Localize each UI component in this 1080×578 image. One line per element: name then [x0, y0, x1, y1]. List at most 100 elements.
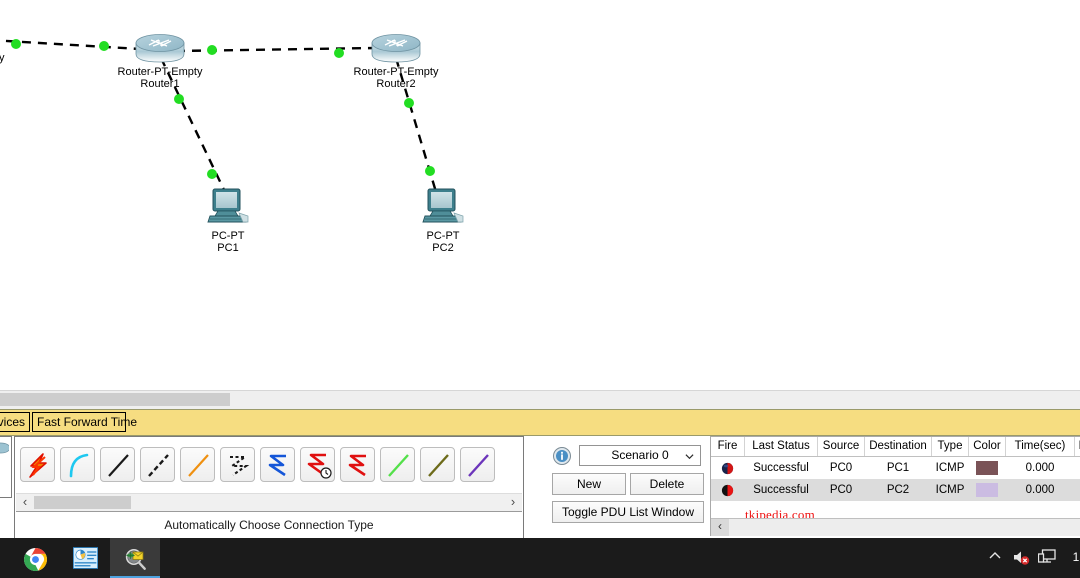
periodic-cell — [1074, 479, 1080, 501]
device-type-panel-sliver[interactable] — [0, 436, 12, 498]
fire-button-icon[interactable] — [720, 462, 735, 475]
last-status-cell: Successful — [753, 462, 809, 474]
taskbar-item-presentation-app[interactable] — [60, 538, 110, 578]
header-source[interactable]: Source — [817, 437, 865, 457]
start-button[interactable] — [0, 538, 10, 578]
scrollbar-thumb[interactable] — [34, 496, 131, 509]
coaxial-purple-connection-button[interactable] — [460, 447, 495, 482]
color-cell — [968, 479, 1006, 501]
lightning-icon — [29, 453, 47, 478]
workspace-horizontal-scrollbar[interactable] — [0, 390, 1080, 409]
device-router2[interactable]: Router-PT-Empty Router2 — [351, 32, 441, 90]
header-periodic[interactable]: P — [1074, 437, 1080, 457]
destination-cell: PC2 — [864, 479, 932, 501]
pdu-table-header-row: Fire Last Status Source Destination Type… — [711, 437, 1080, 457]
table-row[interactable]: Successful PC0 PC2 ICMP 0.000 — [711, 479, 1080, 501]
toggle-pdu-list-window-button[interactable]: Toggle PDU List Window — [552, 501, 704, 523]
link-status-dot — [334, 48, 344, 58]
scrollbar-thumb[interactable] — [0, 393, 230, 406]
connection-type-caption: Automatically Choose Connection Type — [16, 511, 522, 538]
octal-connection-button[interactable] — [380, 447, 415, 482]
header-time[interactable]: Time(sec) — [1005, 437, 1075, 457]
offscreen-device-label: ty — [0, 52, 5, 64]
device-pc2[interactable]: PC-PT PC2 — [407, 186, 479, 254]
red-zigzag-icon — [348, 454, 366, 477]
pdu-horizontal-scrollbar[interactable]: ‹ — [711, 518, 1080, 536]
chrome-icon — [24, 548, 47, 571]
connections-horizontal-scrollbar[interactable]: ‹ › — [16, 493, 522, 511]
destination-cell: PC1 — [886, 462, 910, 474]
device-model-label: Router-PT-Empty — [117, 66, 203, 78]
serial-dte-button[interactable] — [340, 447, 375, 482]
scroll-left-arrow[interactable]: ‹ — [713, 519, 727, 535]
header-color[interactable]: Color — [968, 437, 1006, 457]
orange-line-icon — [188, 454, 209, 477]
blue-zigzag-icon — [268, 454, 286, 477]
presentation-icon — [73, 547, 98, 569]
green-line-icon — [388, 454, 409, 477]
console-connection-button[interactable] — [60, 447, 95, 482]
delete-scenario-button[interactable]: Delete — [630, 473, 704, 495]
link-status-dot — [404, 98, 414, 108]
link-status-dot — [207, 45, 217, 55]
copper-straight-through-button[interactable] — [100, 447, 135, 482]
network-monitor-icon[interactable] — [1038, 549, 1056, 565]
scrollbar-track[interactable] — [729, 519, 1080, 536]
packet-tracer-window: ty — [0, 0, 1080, 578]
dotted-zigzag-icon — [228, 455, 250, 476]
link-router1-router2[interactable] — [175, 46, 377, 53]
chevron-up-icon[interactable] — [988, 549, 1002, 563]
devices-button[interactable]: evices — [0, 412, 30, 432]
time-cell: 0.000 — [1005, 479, 1075, 501]
fire-button-icon[interactable] — [720, 484, 735, 497]
speaker-muted-icon[interactable] — [1012, 549, 1030, 566]
taskbar-item-chrome[interactable] — [10, 538, 60, 578]
pc-icon — [207, 188, 249, 223]
taskbar-clock[interactable]: 15 — [1073, 550, 1080, 564]
device-name-label: PC2 — [432, 242, 454, 254]
fiber-connection-button[interactable] — [180, 447, 215, 482]
time-cell: 0.000 — [1025, 462, 1055, 474]
link-status-dot — [11, 39, 21, 49]
fire-cell[interactable] — [711, 457, 745, 480]
device-model-label: PC-PT — [426, 230, 460, 242]
coaxial-connection-button[interactable] — [260, 447, 295, 482]
device-model-label: PC-PT — [211, 230, 245, 242]
device-name-label: Router1 — [140, 78, 180, 90]
scroll-left-arrow[interactable]: ‹ — [17, 494, 33, 511]
periodic-cell — [1075, 457, 1080, 480]
taskbar-item-packet-tracer[interactable] — [110, 538, 160, 578]
new-scenario-button[interactable]: New — [552, 473, 626, 495]
device-name-label: Router2 — [376, 78, 416, 90]
source-cell: PC0 — [829, 462, 853, 474]
color-swatch — [976, 461, 998, 475]
header-type[interactable]: Type — [931, 437, 969, 457]
device-model-label: Router-PT-Empty — [353, 66, 439, 78]
simulation-scenario-panel: Scenario 0 New Delete Toggle PDU List Wi… — [548, 440, 708, 535]
info-icon[interactable] — [552, 446, 572, 466]
header-destination[interactable]: Destination — [864, 437, 932, 457]
auto-connection-button[interactable] — [20, 447, 55, 482]
type-cell: ICMP — [931, 479, 969, 501]
fire-cell[interactable] — [711, 479, 745, 501]
serial-dce-button[interactable] — [300, 447, 335, 482]
router-icon — [135, 34, 185, 63]
logical-topology-workspace[interactable]: ty — [0, 0, 1080, 390]
fast-forward-time-button[interactable]: Fast Forward Time — [32, 412, 137, 432]
device-pc1[interactable]: PC-PT PC1 — [192, 186, 264, 254]
table-row[interactable]: Successful PC0 PC1 ICMP 0.000 — [711, 457, 1080, 480]
device-router1[interactable]: Router-PT-Empty Router1 — [115, 32, 205, 90]
link-status-dot — [99, 41, 109, 51]
header-last-status[interactable]: Last Status — [744, 437, 818, 457]
scroll-right-arrow[interactable]: › — [505, 494, 521, 511]
link-status-dot — [425, 166, 435, 176]
scenario-dropdown[interactable]: Scenario 0 — [579, 445, 701, 466]
connections-toolbox-panel: ‹ › Automatically Choose Connection Type — [14, 436, 524, 539]
console-curve-icon — [69, 453, 89, 478]
phone-connection-button[interactable] — [220, 447, 255, 482]
copper-cross-over-button[interactable] — [140, 447, 175, 482]
type-cell: ICMP — [935, 462, 965, 474]
device-name-label: PC1 — [217, 242, 239, 254]
header-fire[interactable]: Fire — [711, 437, 745, 457]
ieee-connection-button[interactable] — [420, 447, 455, 482]
